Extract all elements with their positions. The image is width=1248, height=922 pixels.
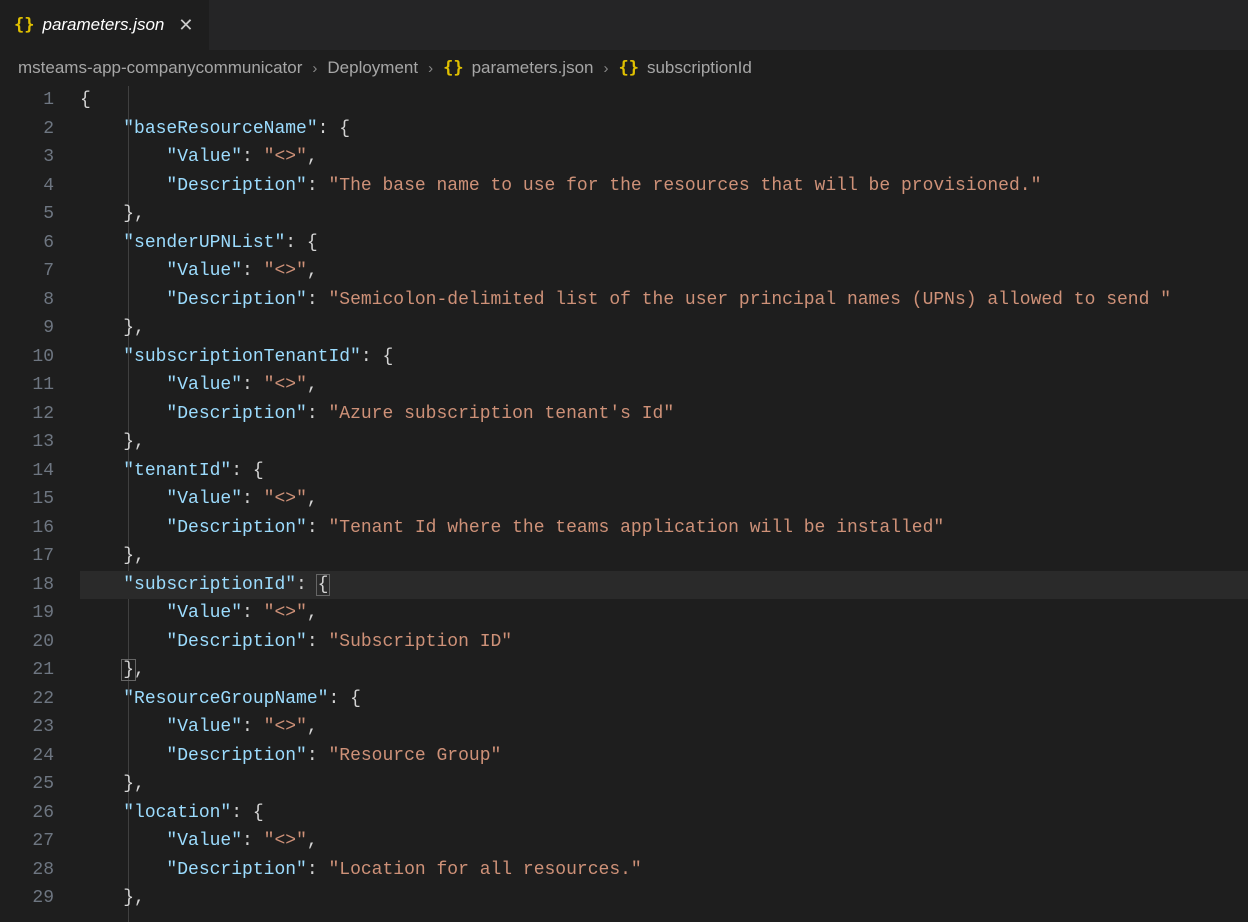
line-number: 29: [0, 884, 54, 913]
line-number: 11: [0, 371, 54, 400]
tab-parameters-json[interactable]: {} parameters.json ✕: [0, 0, 210, 50]
code-line[interactable]: "Value": "<>",: [80, 485, 1248, 514]
crumb-symbol[interactable]: subscriptionId: [647, 58, 752, 78]
crumb-folder[interactable]: Deployment: [327, 58, 418, 78]
line-number: 24: [0, 742, 54, 771]
code-line[interactable]: "location": {: [80, 799, 1248, 828]
crumb-project[interactable]: msteams-app-companycommunicator: [18, 58, 302, 78]
code-line[interactable]: "subscriptionTenantId": {: [80, 343, 1248, 372]
code-line[interactable]: "Description": "Location for all resourc…: [80, 856, 1248, 885]
json-icon: {}: [14, 15, 34, 35]
code-line[interactable]: "Value": "<>",: [80, 713, 1248, 742]
line-number: 3: [0, 143, 54, 172]
line-number: 5: [0, 200, 54, 229]
code-line[interactable]: },: [80, 656, 1248, 685]
json-icon: {}: [618, 58, 638, 78]
code-line[interactable]: "Value": "<>",: [80, 827, 1248, 856]
code-line[interactable]: "Value": "<>",: [80, 257, 1248, 286]
code-line[interactable]: "subscriptionId": {: [80, 571, 1248, 600]
line-number: 22: [0, 685, 54, 714]
code-editor[interactable]: 1234567891011121314151617181920212223242…: [0, 86, 1248, 922]
breadcrumb: msteams-app-companycommunicator › Deploy…: [0, 50, 1248, 86]
code-line[interactable]: "senderUPNList": {: [80, 229, 1248, 258]
code-line[interactable]: "Value": "<>",: [80, 143, 1248, 172]
code-line[interactable]: "ResourceGroupName": {: [80, 685, 1248, 714]
line-number: 21: [0, 656, 54, 685]
code-line[interactable]: "Description": "Subscription ID": [80, 628, 1248, 657]
line-number: 20: [0, 628, 54, 657]
code-line[interactable]: "Description": "Semicolon-delimited list…: [80, 286, 1248, 315]
crumb-file[interactable]: parameters.json: [472, 58, 594, 78]
line-number: 12: [0, 400, 54, 429]
line-number: 19: [0, 599, 54, 628]
code-line[interactable]: "Description": "Azure subscription tenan…: [80, 400, 1248, 429]
code-line[interactable]: },: [80, 542, 1248, 571]
code-line[interactable]: },: [80, 200, 1248, 229]
line-number: 28: [0, 856, 54, 885]
code-line[interactable]: "Value": "<>",: [80, 371, 1248, 400]
line-number: 27: [0, 827, 54, 856]
code-line[interactable]: "Description": "Resource Group": [80, 742, 1248, 771]
line-number: 23: [0, 713, 54, 742]
line-number: 17: [0, 542, 54, 571]
line-number: 18: [0, 571, 54, 600]
line-number: 15: [0, 485, 54, 514]
tab-bar: {} parameters.json ✕: [0, 0, 1248, 50]
line-number: 14: [0, 457, 54, 486]
line-number: 8: [0, 286, 54, 315]
line-number: 16: [0, 514, 54, 543]
line-number: 7: [0, 257, 54, 286]
close-icon[interactable]: ✕: [178, 15, 193, 36]
tab-label: parameters.json: [42, 15, 164, 35]
line-number: 6: [0, 229, 54, 258]
code-line[interactable]: "baseResourceName": {: [80, 115, 1248, 144]
chevron-right-icon: ›: [603, 60, 608, 77]
line-number: 10: [0, 343, 54, 372]
code-line[interactable]: },: [80, 428, 1248, 457]
line-number: 2: [0, 115, 54, 144]
code-line[interactable]: "tenantId": {: [80, 457, 1248, 486]
code-line[interactable]: "Description": "Tenant Id where the team…: [80, 514, 1248, 543]
code-line[interactable]: "Value": "<>",: [80, 599, 1248, 628]
line-number-gutter: 1234567891011121314151617181920212223242…: [0, 86, 80, 922]
code-line[interactable]: },: [80, 314, 1248, 343]
code-line[interactable]: "Description": "The base name to use for…: [80, 172, 1248, 201]
line-number: 26: [0, 799, 54, 828]
code-line[interactable]: {: [80, 86, 1248, 115]
line-number: 4: [0, 172, 54, 201]
chevron-right-icon: ›: [312, 60, 317, 77]
line-number: 9: [0, 314, 54, 343]
code-line[interactable]: },: [80, 884, 1248, 913]
line-number: 13: [0, 428, 54, 457]
code-line[interactable]: },: [80, 770, 1248, 799]
line-number: 1: [0, 86, 54, 115]
chevron-right-icon: ›: [428, 60, 433, 77]
line-number: 25: [0, 770, 54, 799]
json-icon: {}: [443, 58, 463, 78]
code-area[interactable]: { "baseResourceName": { "Value": "<>", "…: [80, 86, 1248, 922]
